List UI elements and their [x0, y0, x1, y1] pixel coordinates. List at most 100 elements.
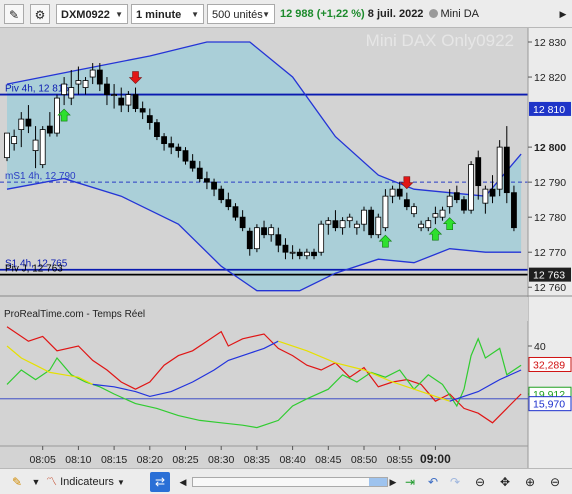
time-tick-label: 08:40	[279, 454, 305, 466]
candle-body	[353, 223, 360, 229]
candle-body	[146, 115, 153, 123]
candle-body	[111, 94, 117, 96]
price-tick-label: 12 820	[534, 72, 566, 84]
time-tick-label: 08:35	[244, 454, 270, 466]
candle-body	[61, 83, 68, 95]
time-tick-label: 08:15	[101, 454, 127, 466]
candle-body	[132, 94, 139, 109]
candle-body	[311, 251, 317, 257]
indicator-value-label: 32,289	[533, 359, 565, 371]
undo-button[interactable]: ↶	[424, 472, 442, 492]
units-selector[interactable]: 500 unités ▼	[207, 4, 275, 24]
settings-button[interactable]: ⚙	[30, 4, 50, 24]
candle-body	[11, 136, 18, 145]
zoom-out-button[interactable]: ⊖	[545, 472, 565, 492]
candle-body	[196, 167, 203, 180]
candle-body	[246, 230, 253, 250]
zoom-in-button[interactable]: ⊕	[520, 472, 540, 492]
candle-body	[161, 136, 167, 145]
candle-body	[253, 227, 260, 250]
candle-body	[54, 97, 60, 134]
candle-body	[175, 146, 182, 152]
pivot-level-label: Piv 4h, 12 815	[5, 84, 69, 95]
candle-body	[475, 157, 482, 187]
chevron-down-icon: ▼	[262, 10, 270, 19]
share-button[interactable]: ⇄	[150, 472, 170, 492]
candle-body	[482, 188, 489, 204]
candle-body	[204, 178, 210, 183]
scrollbar-thumb[interactable]	[369, 478, 387, 486]
candle-body	[154, 122, 160, 138]
candle-body	[403, 199, 410, 208]
units-value: 500 unités	[212, 9, 263, 21]
candle-body	[239, 216, 246, 229]
candle-body	[346, 216, 353, 222]
zoom-in-icon: ⊕	[524, 475, 536, 489]
candle-body	[4, 132, 10, 159]
pivot-level-label: mS1 4h, 12 790	[5, 171, 76, 182]
price-tick-label: 12 760	[534, 282, 566, 294]
price-tick-label: 12 800	[534, 142, 566, 154]
redo-button[interactable]: ↷	[446, 472, 464, 492]
candle-body	[296, 251, 303, 257]
candle-body	[289, 251, 296, 254]
history-scrollbar[interactable]	[192, 477, 388, 487]
quote-date: 8 juil. 2022	[367, 8, 424, 20]
candle-body	[418, 223, 425, 229]
chevron-down-icon: ▼	[116, 478, 125, 487]
indicator-tick-label: 40	[534, 341, 546, 353]
indicators-label: Indicateurs	[60, 476, 114, 488]
go-to-end-icon: ⇥	[404, 475, 416, 489]
candle-body	[396, 188, 403, 197]
candle-body	[432, 213, 439, 218]
candle-body	[411, 206, 417, 215]
drawing-tools-button[interactable]: ✎	[4, 4, 24, 24]
indicators-button[interactable]: 〽 Indicateurs ▼	[46, 472, 146, 492]
zoom-fit-button[interactable]: ⊖	[470, 472, 490, 492]
chart-canvas[interactable]: Mini DAX Only0922 Piv 4h, 12 815 mS1 4h, …	[0, 28, 572, 468]
candle-body	[361, 209, 367, 225]
instrument-selector[interactable]: DXM0922 ▼	[56, 4, 128, 24]
time-tick-label: 08:05	[30, 454, 56, 466]
zoom-out-icon: ⊖	[549, 475, 561, 489]
pivot-level-label: Piv J, 12 763	[5, 264, 63, 275]
scroll-left-button[interactable]: ◀	[176, 472, 190, 492]
pencil-icon: ✎	[8, 8, 20, 22]
go-to-end-button[interactable]: ⇥	[400, 472, 420, 492]
top-toolbar: ✎ ⚙ DXM0922 ▼ 1 minute ▼ 500 unités ▼ 12…	[0, 0, 572, 28]
zoom-fit-icon: ⊖	[474, 475, 486, 489]
candle-body	[46, 125, 53, 134]
scroll-right-button[interactable]: ▶	[388, 472, 398, 492]
price-tick-label: 12 770	[534, 247, 566, 259]
timeframe-selector[interactable]: 1 minute ▼	[131, 4, 204, 24]
candle-body	[75, 80, 82, 85]
candle-body	[318, 223, 325, 253]
pan-button[interactable]: ✥	[494, 472, 516, 492]
candle-body	[182, 150, 189, 162]
candle-body	[218, 188, 225, 201]
candle-body	[96, 69, 103, 85]
price-tag-label: 12 763	[533, 270, 565, 282]
candle-body	[68, 87, 75, 99]
instrument-code: DXM0922	[61, 9, 110, 21]
time-tick-label: 08:45	[315, 454, 341, 466]
candle-body	[25, 118, 32, 127]
dropdown-button[interactable]: ▼	[30, 472, 42, 492]
price-tick-label: 12 830	[534, 37, 566, 49]
market-name: Mini DA	[440, 8, 480, 20]
candle-body	[139, 108, 146, 113]
candle-body	[261, 227, 267, 236]
candle-body	[232, 206, 239, 218]
candle-body	[189, 160, 196, 169]
candle-body	[332, 220, 339, 229]
time-tick-label: 08:10	[65, 454, 91, 466]
candle-body	[375, 216, 382, 236]
candle-body	[368, 209, 375, 236]
trend-tool-button[interactable]: ✎	[4, 472, 30, 492]
toolbar-scroll-right[interactable]: ▶	[556, 4, 570, 24]
undo-icon: ↶	[427, 475, 439, 489]
time-tick-label: 08:25	[172, 454, 198, 466]
candle-body	[82, 80, 89, 88]
candle-body	[511, 192, 517, 229]
candle-body	[339, 220, 346, 229]
